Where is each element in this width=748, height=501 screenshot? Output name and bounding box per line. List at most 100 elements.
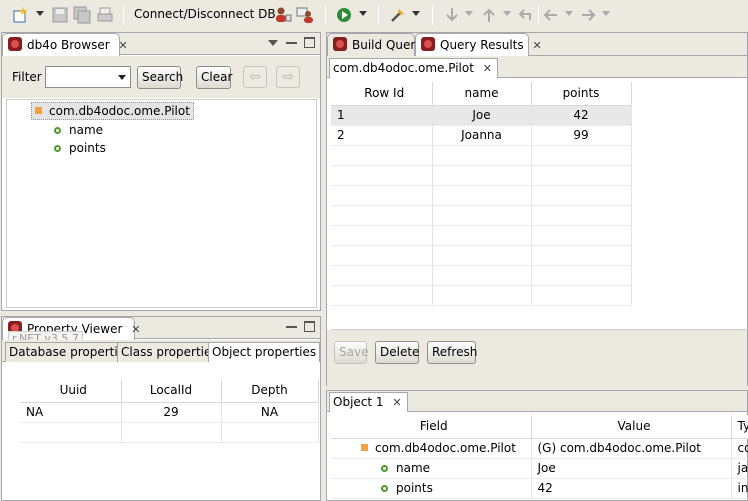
table-cell: co xyxy=(731,438,748,459)
tree-node-class[interactable]: com.db4odoc.ome.Pilot xyxy=(31,102,194,120)
table-row[interactable]: 1 Joe 42 xyxy=(331,105,632,126)
db4o-app-icon xyxy=(8,37,22,51)
toolbar-separator xyxy=(538,5,539,25)
next-dropdown-icon[interactable] xyxy=(602,11,610,16)
prev-icon[interactable] xyxy=(542,6,560,24)
column-header[interactable]: Depth xyxy=(221,379,319,403)
maximize-icon[interactable] xyxy=(304,321,315,332)
column-header[interactable]: name xyxy=(432,82,532,106)
tool-icon[interactable] xyxy=(389,6,407,24)
tab-results-class[interactable]: com.db4odoc.ome.Pilot ✕ xyxy=(329,58,498,78)
column-header[interactable]: Field xyxy=(331,415,532,439)
user-switch-icon[interactable] xyxy=(296,6,314,24)
delete-button[interactable]: Delete xyxy=(375,341,419,364)
tab-database-properties[interactable]: Database properties xyxy=(5,342,136,362)
print-icon[interactable] xyxy=(96,6,114,24)
clear-button[interactable]: Clear xyxy=(196,66,232,89)
class-tree: com.db4odoc.ome.Pilot name points xyxy=(6,99,317,308)
field-icon xyxy=(381,465,388,472)
close-icon[interactable]: ✕ xyxy=(532,39,541,52)
nav-down-dropdown-icon[interactable] xyxy=(465,11,473,16)
close-icon[interactable]: ✕ xyxy=(131,323,140,336)
tab-class-properties[interactable]: Class properties xyxy=(117,342,222,362)
nav-down-icon[interactable] xyxy=(443,6,461,24)
field-label: points xyxy=(396,481,433,495)
object-detail-panel: Object 1 ✕ Field Value Ty com.db4odoc.om… xyxy=(326,390,748,501)
field-icon xyxy=(54,145,61,152)
user-login-icon[interactable] xyxy=(274,6,292,24)
table-row xyxy=(331,285,632,306)
table-cell: 2 xyxy=(331,125,433,146)
table-cell: 99 xyxy=(531,125,632,146)
refresh-button[interactable]: Refresh xyxy=(427,341,477,364)
tab-build-query[interactable]: Build Query xyxy=(327,33,422,56)
table-row[interactable]: name Joe jav xyxy=(331,458,748,479)
table-cell: jav xyxy=(731,458,748,479)
tab-label: com.db4odoc.ome.Pilot xyxy=(333,61,474,75)
next-icon[interactable] xyxy=(579,6,597,24)
save-all-icon[interactable] xyxy=(73,6,91,24)
table-row[interactable]: points 42 in xyxy=(331,478,748,499)
tab-object-properties[interactable]: Object properties xyxy=(208,342,321,362)
save-button[interactable]: Save xyxy=(334,341,368,364)
column-header[interactable]: points xyxy=(531,82,632,106)
run-dropdown-icon[interactable] xyxy=(359,11,367,16)
results-subtabs: com.db4odoc.ome.Pilot ✕ xyxy=(327,56,747,78)
minimize-icon[interactable] xyxy=(286,322,297,328)
close-icon[interactable]: ✕ xyxy=(392,396,401,409)
run-icon[interactable] xyxy=(335,6,353,24)
table-row[interactable] xyxy=(20,422,319,443)
tab-query-results[interactable]: Query Results ✕ xyxy=(415,33,542,56)
close-icon[interactable]: ✕ xyxy=(483,62,492,75)
close-icon[interactable]: ✕ xyxy=(118,39,127,52)
tree-node-field[interactable]: points xyxy=(54,141,106,155)
column-header[interactable]: Value xyxy=(531,415,732,439)
back-arrow-button[interactable]: ⇦ xyxy=(243,66,267,88)
prev-dropdown-icon[interactable] xyxy=(565,11,573,16)
object-fields-table: Field Value Ty com.db4odoc.ome.Pilot (G)… xyxy=(331,415,748,499)
table-row xyxy=(331,225,632,246)
tree-node-field[interactable]: name xyxy=(54,123,103,137)
new-dropdown-icon[interactable] xyxy=(36,11,44,16)
tab-label: Build Query xyxy=(352,38,423,52)
toolbar-separator xyxy=(123,5,124,25)
view-menu-icon[interactable] xyxy=(268,40,278,46)
connect-disconnect-button[interactable]: Connect/Disconnect DB xyxy=(134,7,276,21)
filter-combo[interactable] xyxy=(45,66,131,88)
property-viewer-panel: Property Viewer ✕ r.NET v3.5.7 Database … xyxy=(1,316,321,501)
nav-up-icon[interactable] xyxy=(480,6,498,24)
table-cell: (G) com.db4odoc.ome.Pilot xyxy=(531,438,732,459)
table-cell: 42 xyxy=(531,105,632,126)
column-header[interactable]: Ty xyxy=(731,415,748,439)
new-wizard-icon[interactable] xyxy=(12,6,30,24)
table-row xyxy=(331,245,632,266)
filter-label: Filter xyxy=(12,70,42,84)
table-row xyxy=(331,145,632,166)
column-header[interactable]: Row Id xyxy=(331,82,433,106)
class-name: com.db4odoc.ome.Pilot xyxy=(49,104,190,118)
minimize-icon[interactable] xyxy=(286,38,297,44)
column-header[interactable]: LocalId xyxy=(121,379,222,403)
table-row[interactable]: 2 Joanna 99 xyxy=(331,125,632,146)
chevron-down-icon[interactable] xyxy=(118,75,126,80)
forward-arrow-button[interactable]: ⇨ xyxy=(276,66,300,88)
nav-up-dropdown-icon[interactable] xyxy=(503,11,511,16)
table-row xyxy=(331,265,632,286)
back-icon[interactable] xyxy=(516,6,534,24)
table-cell: in xyxy=(731,478,748,499)
db4o-app-icon xyxy=(333,37,347,51)
db4o-browser-panel: db4o Browser ✕ Filter Search Clear ⇦ ⇨ c… xyxy=(1,32,321,311)
table-cell: points xyxy=(331,478,532,499)
field-name: name xyxy=(69,123,104,137)
maximize-icon[interactable] xyxy=(304,37,315,48)
save-icon[interactable] xyxy=(51,6,69,24)
search-button[interactable]: Search xyxy=(137,66,183,89)
tool-dropdown-icon[interactable] xyxy=(412,11,420,16)
tab-label: Object 1 xyxy=(333,395,384,409)
field-icon xyxy=(381,485,388,492)
table-row[interactable]: com.db4odoc.ome.Pilot (G) com.db4odoc.om… xyxy=(331,438,748,459)
tab-db4o-browser[interactable]: db4o Browser ✕ xyxy=(2,33,128,56)
table-row[interactable]: NA 29 NA xyxy=(20,402,319,423)
tab-object-1[interactable]: Object 1 ✕ xyxy=(329,392,408,412)
column-header[interactable]: Uuid xyxy=(20,379,122,403)
